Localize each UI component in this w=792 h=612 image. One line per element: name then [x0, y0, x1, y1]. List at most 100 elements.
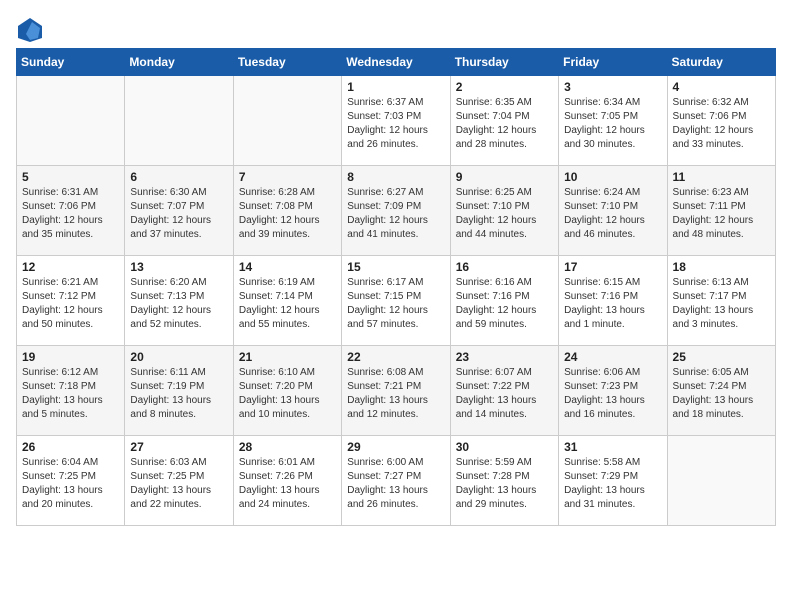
day-number: 15: [347, 260, 444, 274]
day-info: Sunrise: 6:01 AM Sunset: 7:26 PM Dayligh…: [239, 456, 336, 512]
day-of-week-header: Sunday: [17, 49, 125, 76]
day-of-week-header: Thursday: [450, 49, 558, 76]
calendar-week-row: 5 Sunrise: 6:31 AM Sunset: 7:06 PM Daylig…: [17, 166, 776, 256]
day-number: 14: [239, 260, 336, 274]
day-info: Sunrise: 6:27 AM Sunset: 7:09 PM Dayligh…: [347, 186, 444, 242]
table-row: 1 Sunrise: 6:37 AM Sunset: 7:03 PM Daylig…: [342, 76, 450, 166]
day-info: Sunrise: 6:25 AM Sunset: 7:10 PM Dayligh…: [456, 186, 553, 242]
day-number: 13: [130, 260, 227, 274]
table-row: 11 Sunrise: 6:23 AM Sunset: 7:11 PM Dayli…: [667, 166, 775, 256]
day-info: Sunrise: 6:05 AM Sunset: 7:24 PM Dayligh…: [673, 366, 770, 422]
day-number: 18: [673, 260, 770, 274]
day-info: Sunrise: 6:20 AM Sunset: 7:13 PM Dayligh…: [130, 276, 227, 332]
day-info: Sunrise: 6:34 AM Sunset: 7:05 PM Dayligh…: [564, 96, 661, 152]
day-number: 11: [673, 170, 770, 184]
day-number: 6: [130, 170, 227, 184]
day-info: Sunrise: 6:19 AM Sunset: 7:14 PM Dayligh…: [239, 276, 336, 332]
table-row: 5 Sunrise: 6:31 AM Sunset: 7:06 PM Daylig…: [17, 166, 125, 256]
day-number: 3: [564, 80, 661, 94]
day-number: 16: [456, 260, 553, 274]
day-info: Sunrise: 6:03 AM Sunset: 7:25 PM Dayligh…: [130, 456, 227, 512]
table-row: 7 Sunrise: 6:28 AM Sunset: 7:08 PM Daylig…: [233, 166, 341, 256]
table-row: [667, 436, 775, 526]
day-info: Sunrise: 6:08 AM Sunset: 7:21 PM Dayligh…: [347, 366, 444, 422]
day-number: 28: [239, 440, 336, 454]
day-number: 7: [239, 170, 336, 184]
day-info: Sunrise: 6:10 AM Sunset: 7:20 PM Dayligh…: [239, 366, 336, 422]
day-info: Sunrise: 6:16 AM Sunset: 7:16 PM Dayligh…: [456, 276, 553, 332]
table-row: 21 Sunrise: 6:10 AM Sunset: 7:20 PM Dayli…: [233, 346, 341, 436]
table-row: 19 Sunrise: 6:12 AM Sunset: 7:18 PM Dayli…: [17, 346, 125, 436]
table-row: [233, 76, 341, 166]
table-row: 14 Sunrise: 6:19 AM Sunset: 7:14 PM Dayli…: [233, 256, 341, 346]
day-of-week-header: Wednesday: [342, 49, 450, 76]
table-row: 29 Sunrise: 6:00 AM Sunset: 7:27 PM Dayli…: [342, 436, 450, 526]
table-row: 26 Sunrise: 6:04 AM Sunset: 7:25 PM Dayli…: [17, 436, 125, 526]
table-row: 31 Sunrise: 5:58 AM Sunset: 7:29 PM Dayli…: [559, 436, 667, 526]
day-info: Sunrise: 6:21 AM Sunset: 7:12 PM Dayligh…: [22, 276, 119, 332]
day-info: Sunrise: 6:31 AM Sunset: 7:06 PM Dayligh…: [22, 186, 119, 242]
day-info: Sunrise: 6:37 AM Sunset: 7:03 PM Dayligh…: [347, 96, 444, 152]
table-row: 8 Sunrise: 6:27 AM Sunset: 7:09 PM Daylig…: [342, 166, 450, 256]
table-row: 2Sunrise: 6:35 AM Sunset: 7:04 PM Daylig…: [450, 76, 558, 166]
calendar-week-row: 19 Sunrise: 6:12 AM Sunset: 7:18 PM Dayli…: [17, 346, 776, 436]
day-info: Sunrise: 6:15 AM Sunset: 7:16 PM Dayligh…: [564, 276, 661, 332]
table-row: 4 Sunrise: 6:32 AM Sunset: 7:06 PM Daylig…: [667, 76, 775, 166]
day-number: 27: [130, 440, 227, 454]
day-info: Sunrise: 5:58 AM Sunset: 7:29 PM Dayligh…: [564, 456, 661, 512]
table-row: 20Sunrise: 6:11 AM Sunset: 7:19 PM Dayli…: [125, 346, 233, 436]
day-number: 4: [673, 80, 770, 94]
day-number: 5: [22, 170, 119, 184]
day-info: Sunrise: 6:17 AM Sunset: 7:15 PM Dayligh…: [347, 276, 444, 332]
day-number: 9: [456, 170, 553, 184]
table-row: 24 Sunrise: 6:06 AM Sunset: 7:23 PM Dayli…: [559, 346, 667, 436]
table-row: 13 Sunrise: 6:20 AM Sunset: 7:13 PM Dayli…: [125, 256, 233, 346]
day-number: 21: [239, 350, 336, 364]
day-number: 26: [22, 440, 119, 454]
table-row: 30 Sunrise: 5:59 AM Sunset: 7:28 PM Dayli…: [450, 436, 558, 526]
page-header: [16, 16, 776, 44]
day-number: 1: [347, 80, 444, 94]
table-row: 25 Sunrise: 6:05 AM Sunset: 7:24 PM Dayli…: [667, 346, 775, 436]
table-row: 28 Sunrise: 6:01 AM Sunset: 7:26 PM Dayli…: [233, 436, 341, 526]
table-row: 27 Sunrise: 6:03 AM Sunset: 7:25 PM Dayli…: [125, 436, 233, 526]
day-of-week-header: Tuesday: [233, 49, 341, 76]
table-row: [17, 76, 125, 166]
day-number: 8: [347, 170, 444, 184]
calendar-header-row: SundayMondayTuesdayWednesdayThursdayFrid…: [17, 49, 776, 76]
table-row: 9 Sunrise: 6:25 AM Sunset: 7:10 PM Daylig…: [450, 166, 558, 256]
day-info: Sunrise: 6:00 AM Sunset: 7:27 PM Dayligh…: [347, 456, 444, 512]
day-info: Sunrise: 6:28 AM Sunset: 7:08 PM Dayligh…: [239, 186, 336, 242]
calendar-week-row: 26 Sunrise: 6:04 AM Sunset: 7:25 PM Dayli…: [17, 436, 776, 526]
table-row: 10Sunrise: 6:24 AM Sunset: 7:10 PM Dayli…: [559, 166, 667, 256]
calendar-week-row: 1 Sunrise: 6:37 AM Sunset: 7:03 PM Daylig…: [17, 76, 776, 166]
table-row: 16 Sunrise: 6:16 AM Sunset: 7:16 PM Dayli…: [450, 256, 558, 346]
day-info: Sunrise: 6:11 AM Sunset: 7:19 PM Dayligh…: [130, 366, 227, 422]
day-number: 24: [564, 350, 661, 364]
day-number: 31: [564, 440, 661, 454]
table-row: 3 Sunrise: 6:34 AM Sunset: 7:05 PM Daylig…: [559, 76, 667, 166]
day-number: 22: [347, 350, 444, 364]
day-info: Sunrise: 6:04 AM Sunset: 7:25 PM Dayligh…: [22, 456, 119, 512]
day-info: Sunrise: 6:12 AM Sunset: 7:18 PM Dayligh…: [22, 366, 119, 422]
day-number: 17: [564, 260, 661, 274]
day-number: 29: [347, 440, 444, 454]
table-row: 15 Sunrise: 6:17 AM Sunset: 7:15 PM Dayli…: [342, 256, 450, 346]
day-of-week-header: Friday: [559, 49, 667, 76]
day-info: Sunrise: 5:59 AM Sunset: 7:28 PM Dayligh…: [456, 456, 553, 512]
day-number: 25: [673, 350, 770, 364]
calendar-week-row: 12Sunrise: 6:21 AM Sunset: 7:12 PM Dayli…: [17, 256, 776, 346]
day-number: 19: [22, 350, 119, 364]
day-info: Sunrise: 6:35 AM Sunset: 7:04 PM Dayligh…: [456, 96, 553, 152]
day-info: Sunrise: 6:23 AM Sunset: 7:11 PM Dayligh…: [673, 186, 770, 242]
day-info: Sunrise: 6:07 AM Sunset: 7:22 PM Dayligh…: [456, 366, 553, 422]
day-number: 10: [564, 170, 661, 184]
table-row: 23 Sunrise: 6:07 AM Sunset: 7:22 PM Dayli…: [450, 346, 558, 436]
day-number: 30: [456, 440, 553, 454]
day-info: Sunrise: 6:32 AM Sunset: 7:06 PM Dayligh…: [673, 96, 770, 152]
calendar-table: SundayMondayTuesdayWednesdayThursdayFrid…: [16, 48, 776, 526]
table-row: 6Sunrise: 6:30 AM Sunset: 7:07 PM Daylig…: [125, 166, 233, 256]
day-number: 23: [456, 350, 553, 364]
day-info: Sunrise: 6:13 AM Sunset: 7:17 PM Dayligh…: [673, 276, 770, 332]
day-info: Sunrise: 6:06 AM Sunset: 7:23 PM Dayligh…: [564, 366, 661, 422]
